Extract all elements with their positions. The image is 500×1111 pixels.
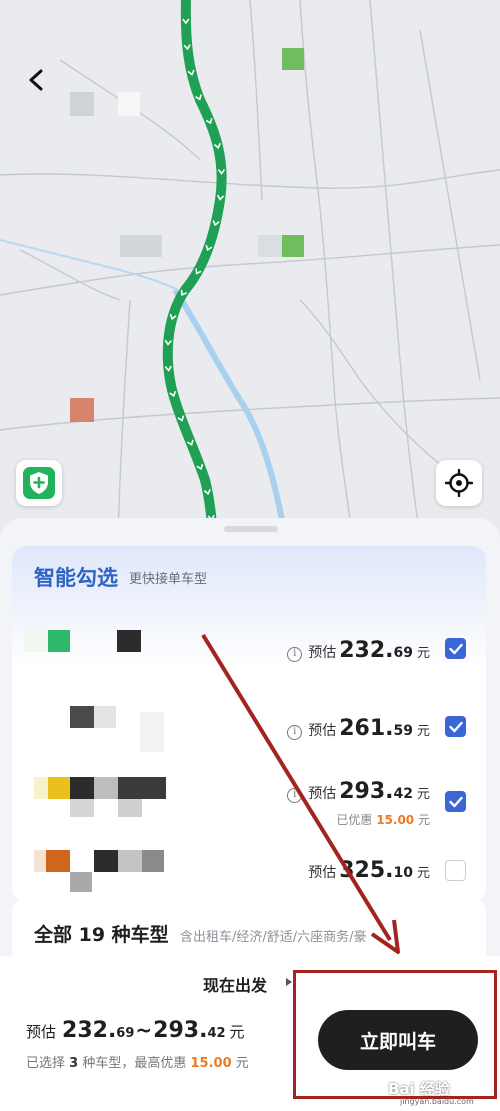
departure-time-selector[interactable]: 现在出发: [203, 972, 267, 996]
max-price-integer: 293.: [153, 1018, 208, 1043]
min-price-decimal: 69: [116, 1026, 135, 1041]
crosshair-icon: [445, 469, 473, 497]
car-type-row[interactable]: 预估 325. 10 元: [12, 836, 486, 902]
map-view[interactable]: [0, 0, 500, 545]
poi-marker: [70, 398, 94, 422]
price-prefix: 预估: [308, 865, 337, 881]
range-separator: ~: [135, 1018, 153, 1042]
price-prefix: 预估: [308, 786, 337, 802]
price-integer: 232.: [339, 638, 394, 663]
watermark-url: jingyan.baidu.com: [400, 1097, 474, 1106]
triangle-right-icon: [286, 978, 292, 986]
discount-note: 已优惠 15.00 元: [336, 813, 430, 827]
chevron-left-icon: [29, 69, 43, 91]
car-logo: [48, 777, 70, 799]
river: [172, 288, 285, 521]
price-decimal: 59: [393, 723, 413, 739]
shield-plus-icon: [23, 467, 55, 499]
car-type-checkbox[interactable]: [445, 791, 466, 812]
car-logo: [46, 850, 70, 872]
back-button[interactable]: [18, 60, 54, 100]
car-logo: [70, 706, 94, 728]
car-logo: [48, 630, 70, 652]
price-decimal: 69: [393, 645, 413, 661]
price-unit: 元: [416, 787, 430, 802]
estimate-prefix: 预估: [26, 1023, 57, 1041]
safety-button[interactable]: [16, 460, 62, 506]
price-prefix: 预估: [308, 723, 337, 739]
watermark-text: Bai 经验: [388, 1080, 450, 1098]
smart-selection-card: 智能勾选 更快接单车型 i 预估 232. 69 元 i 预估 261. 59 …: [12, 546, 486, 902]
car-type-checkbox[interactable]: [445, 860, 466, 881]
poi-marker: [282, 235, 304, 257]
discount-amount: 15.00: [376, 813, 415, 827]
price-decimal: 42: [393, 786, 413, 802]
check-icon: [448, 796, 463, 807]
all-car-types-title: 全部 19 种车型: [34, 924, 169, 946]
price-unit: 元: [416, 646, 430, 661]
price-prefix: 预估: [308, 645, 337, 661]
smart-selection-subtitle: 更快接单车型: [129, 572, 208, 587]
max-discount-amount: 15.00: [190, 1056, 232, 1071]
info-icon[interactable]: i: [287, 647, 303, 662]
max-price-decimal: 42: [207, 1026, 226, 1041]
car-type-row[interactable]: i 预估 293. 42 元 已优惠 15.00 元: [12, 761, 486, 841]
map-roads: [0, 0, 500, 541]
check-icon: [448, 643, 463, 654]
sheet-drag-handle[interactable]: [224, 526, 278, 532]
price-integer: 325.: [339, 858, 394, 883]
car-type-row[interactable]: i 预估 232. 69 元: [12, 616, 486, 686]
price-integer: 293.: [339, 779, 394, 804]
poi-marker: [282, 48, 304, 70]
smart-selection-title: 智能勾选: [34, 566, 118, 590]
car-type-checkbox[interactable]: [445, 716, 466, 737]
price-unit: 元: [416, 866, 430, 881]
price-unit: 元: [229, 1023, 245, 1041]
info-icon[interactable]: i: [287, 788, 303, 803]
info-icon[interactable]: i: [287, 725, 303, 740]
price-decimal: 10: [393, 865, 413, 881]
car-type-checkbox[interactable]: [445, 638, 466, 659]
selected-count: 3: [69, 1056, 79, 1071]
price-unit: 元: [416, 724, 430, 739]
selection-summary: 已选择 3 种车型，最高优惠 15.00 元: [26, 1056, 249, 1071]
price-integer: 261.: [339, 716, 394, 741]
min-price-integer: 232.: [62, 1018, 117, 1043]
estimated-price-range: 预估 232. 69 ~ 293. 42 元: [26, 1018, 245, 1043]
check-icon: [448, 721, 463, 732]
locate-button[interactable]: [436, 460, 482, 506]
all-car-types-subtitle: 含出租车/经济/舒适/六座商务/豪: [180, 930, 367, 945]
map-canvas: [0, 0, 500, 545]
car-type-row[interactable]: i 预估 261. 59 元: [12, 686, 486, 756]
